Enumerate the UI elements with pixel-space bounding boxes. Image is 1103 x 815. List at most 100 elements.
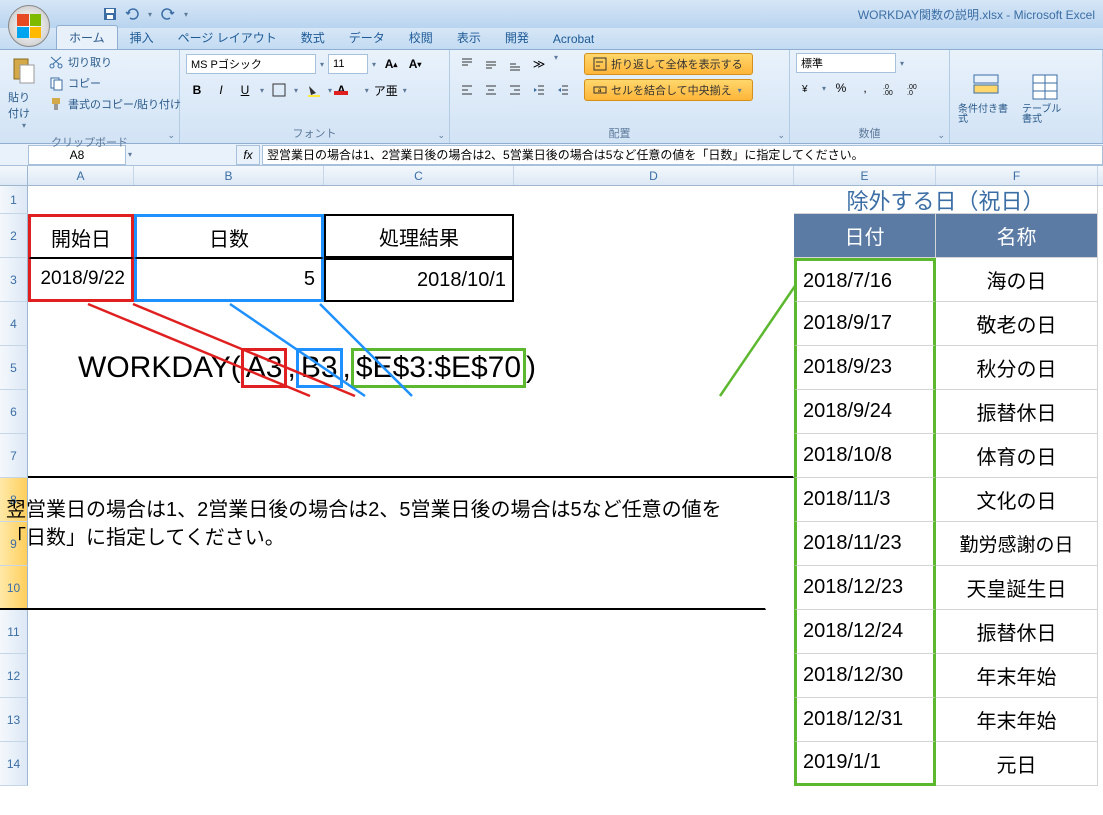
cell-holiday-date[interactable]: 2018/11/3 <box>794 478 936 522</box>
cell[interactable] <box>514 258 794 302</box>
cell-holiday-name[interactable]: 元日 <box>936 742 1098 786</box>
cell[interactable] <box>514 302 794 346</box>
currency-button[interactable]: ¥ <box>796 77 818 99</box>
tab-insert[interactable]: 挿入 <box>118 26 166 49</box>
col-header-d[interactable]: D <box>514 166 794 185</box>
cell-header-start[interactable]: 開始日 <box>28 214 134 258</box>
comma-button[interactable]: , <box>854 77 876 99</box>
row-header[interactable]: 13 <box>0 698 28 742</box>
cell[interactable] <box>28 742 134 786</box>
cell-excl-name-hdr[interactable]: 名称 <box>936 214 1098 258</box>
cell[interactable] <box>324 698 514 742</box>
cell-holiday-date[interactable]: 2019/1/1 <box>794 742 936 786</box>
underline-button[interactable]: U <box>234 79 256 101</box>
undo-icon[interactable] <box>124 6 140 22</box>
chevron-down-icon[interactable]: ▾ <box>318 60 326 69</box>
increase-font-button[interactable]: A▴ <box>380 53 402 75</box>
undo-dropdown-icon[interactable]: ▾ <box>146 10 154 19</box>
chevron-down-icon[interactable]: ▾ <box>370 60 378 69</box>
cell[interactable] <box>514 610 794 654</box>
tab-data[interactable]: データ <box>337 26 397 49</box>
cell-holiday-name[interactable]: 秋分の日 <box>936 346 1098 390</box>
row-header[interactable]: 5 <box>0 346 28 390</box>
tab-review[interactable]: 校閲 <box>397 26 445 49</box>
cell[interactable] <box>134 698 324 742</box>
cell-holiday-name[interactable]: 天皇誕生日 <box>936 566 1098 610</box>
align-right-button[interactable] <box>504 79 526 101</box>
cell[interactable] <box>28 698 134 742</box>
border-button[interactable] <box>268 79 290 101</box>
align-bottom-button[interactable] <box>504 53 526 75</box>
format-painter-button[interactable]: 書式のコピー/貼り付け <box>46 95 183 113</box>
qat-customize-icon[interactable]: ▾ <box>182 10 190 19</box>
cell[interactable] <box>324 654 514 698</box>
cell-holiday-name[interactable]: 勤労感謝の日 <box>936 522 1098 566</box>
cell-note[interactable]: 翌営業日の場合は1、2営業日後の場合は2、5営業日後の場合は5など任意の値を「日… <box>0 478 766 610</box>
col-header-a[interactable]: A <box>28 166 134 185</box>
cell[interactable] <box>28 186 134 214</box>
cell-holiday-date[interactable]: 2018/12/24 <box>794 610 936 654</box>
paste-button[interactable]: 貼り付け ▾ <box>6 53 42 132</box>
cell-holiday-date[interactable]: 2018/11/23 <box>794 522 936 566</box>
row-header[interactable]: 11 <box>0 610 28 654</box>
tab-formulas[interactable]: 数式 <box>289 26 337 49</box>
row-header[interactable]: 4 <box>0 302 28 346</box>
orientation-button[interactable]: ≫ <box>528 53 550 75</box>
fill-color-button[interactable] <box>302 79 324 101</box>
tab-acrobat[interactable]: Acrobat <box>541 29 606 49</box>
decrease-indent-button[interactable] <box>528 79 550 101</box>
redo-icon[interactable] <box>160 6 176 22</box>
align-middle-button[interactable] <box>480 53 502 75</box>
col-header-b[interactable]: B <box>134 166 324 185</box>
font-family-select[interactable] <box>186 54 316 74</box>
cell-holiday-name[interactable]: 年末年始 <box>936 654 1098 698</box>
cell-holiday-date[interactable]: 2018/9/24 <box>794 390 936 434</box>
decrease-decimal-button[interactable]: .00.0 <box>902 77 924 99</box>
cell[interactable] <box>514 214 794 258</box>
cell[interactable] <box>28 434 794 478</box>
row-header[interactable]: 14 <box>0 742 28 786</box>
cell[interactable] <box>514 698 794 742</box>
cell-holiday-date[interactable]: 2018/12/23 <box>794 566 936 610</box>
bold-button[interactable]: B <box>186 79 208 101</box>
increase-indent-button[interactable] <box>552 79 574 101</box>
cell-holiday-name[interactable]: 振替休日 <box>936 390 1098 434</box>
cell-holiday-name[interactable]: 海の日 <box>936 258 1098 302</box>
cell-holiday-date[interactable]: 2018/12/30 <box>794 654 936 698</box>
cell[interactable] <box>28 654 134 698</box>
cell[interactable] <box>514 742 794 786</box>
save-icon[interactable] <box>102 6 118 22</box>
col-header-c[interactable]: C <box>324 166 514 185</box>
cell-result[interactable]: 2018/10/1 <box>324 258 514 302</box>
cell-holiday-name[interactable]: 体育の日 <box>936 434 1098 478</box>
fx-button[interactable]: fx <box>236 145 260 165</box>
row-header[interactable]: 7 <box>0 434 28 478</box>
cell-header-result[interactable]: 処理結果 <box>324 214 514 258</box>
font-size-select[interactable] <box>328 54 368 74</box>
table-format-button[interactable]: テーブル書式 <box>1020 53 1070 143</box>
cell[interactable] <box>324 186 514 214</box>
cell-holiday-date[interactable]: 2018/10/8 <box>794 434 936 478</box>
row-header[interactable]: 3 <box>0 258 28 302</box>
cell[interactable] <box>324 742 514 786</box>
cell[interactable] <box>134 610 324 654</box>
align-left-button[interactable] <box>456 79 478 101</box>
font-color-button[interactable]: A <box>336 79 361 101</box>
col-header-f[interactable]: F <box>936 166 1098 185</box>
row-header[interactable]: 12 <box>0 654 28 698</box>
cell-days[interactable]: 5 <box>134 258 324 302</box>
tab-developer[interactable]: 開発 <box>493 26 541 49</box>
select-all-corner[interactable] <box>0 166 28 185</box>
cell[interactable] <box>134 302 324 346</box>
formula-bar[interactable]: 翌営業日の場合は1、2営業日後の場合は2、5営業日後の場合は5など任意の値を「日… <box>262 145 1103 165</box>
decrease-font-button[interactable]: A▾ <box>404 53 426 75</box>
cell[interactable] <box>28 302 134 346</box>
cell-formula-display[interactable]: WORKDAY(A3,B3,$E$3:$E$70) <box>28 346 794 390</box>
align-top-button[interactable] <box>456 53 478 75</box>
cell[interactable] <box>324 302 514 346</box>
cell[interactable] <box>134 654 324 698</box>
row-header[interactable]: 6 <box>0 390 28 434</box>
italic-button[interactable]: I <box>210 79 232 101</box>
tab-view[interactable]: 表示 <box>445 26 493 49</box>
cell-holiday-name[interactable]: 年末年始 <box>936 698 1098 742</box>
